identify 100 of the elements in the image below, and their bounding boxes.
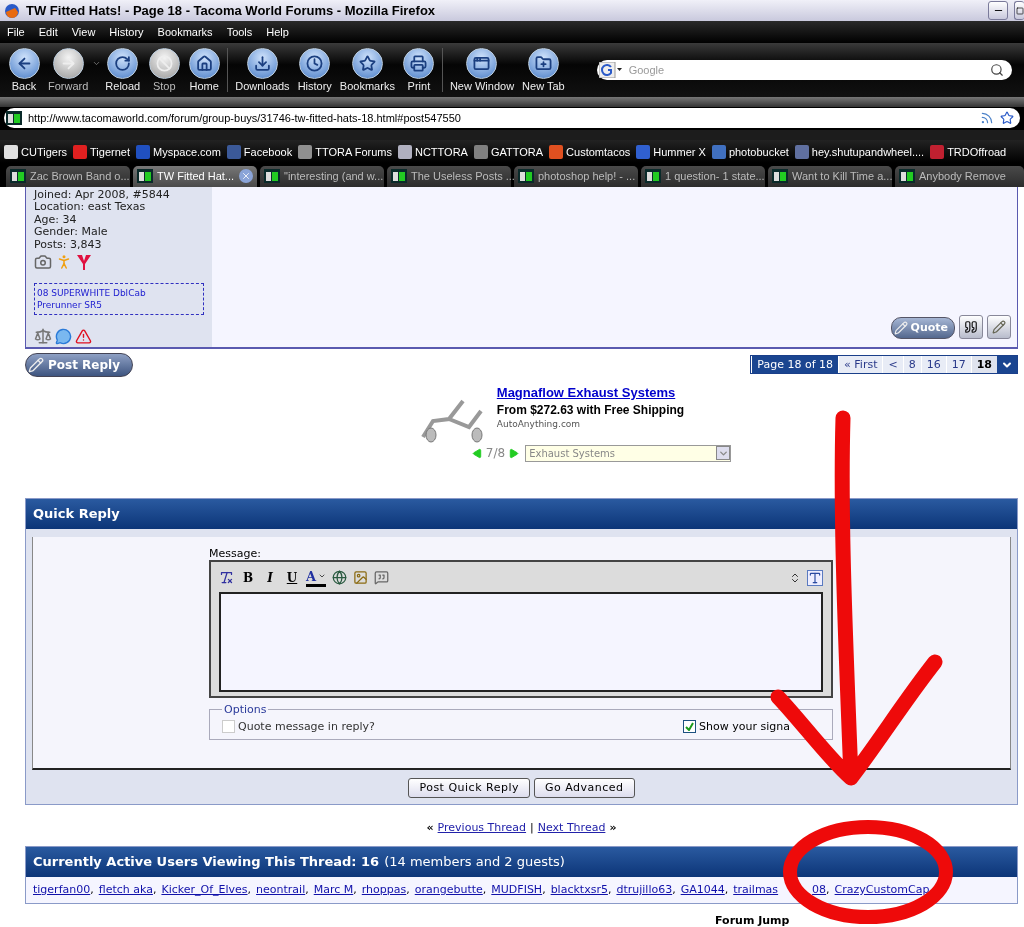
switch-mode-icon[interactable] (807, 570, 823, 586)
window-title: TW Fitted Hats! - Page 18 - Tacoma World Forums - Mozilla Firefox (26, 3, 437, 19)
bookmark-item[interactable]: Facebook (226, 144, 293, 159)
previous-thread-link[interactable]: Previous Thread (437, 821, 527, 834)
minimize-button[interactable] (988, 1, 1008, 21)
remove-format-icon[interactable] (219, 570, 234, 586)
globe-link-icon[interactable] (332, 570, 348, 586)
site-favicon-icon (264, 169, 280, 184)
site-favicon-icon (899, 169, 915, 184)
search-engine-icon[interactable] (598, 61, 623, 78)
post-reply-button[interactable]: Post Reply (25, 353, 133, 377)
bookmark-item[interactable]: Customtacos (549, 144, 631, 159)
user-link[interactable]: blacktxsr5 (550, 883, 608, 897)
bookmark-item[interactable]: TTORA Forums (298, 144, 392, 159)
first-page-link[interactable]: « First (838, 356, 883, 374)
menu-item[interactable]: Bookmarks (157, 25, 213, 38)
search-icon[interactable] (990, 62, 1004, 77)
bookmark-item[interactable]: NCTTORA (398, 144, 468, 159)
message-input[interactable] (219, 592, 823, 692)
next-mark: » (609, 821, 617, 834)
menu-item[interactable]: Edit (38, 25, 58, 38)
category-select[interactable]: Exhaust Systems (525, 445, 732, 462)
search-field[interactable]: Google (626, 62, 986, 77)
user-link[interactable]: Kicker_Of_Elves (161, 883, 248, 897)
panel-title: Currently Active Users Viewing This Thread: 16 (33, 854, 380, 870)
resize-icon[interactable] (789, 572, 801, 584)
multi-quote-button[interactable] (959, 315, 983, 339)
new-window-button[interactable]: New Window (445, 47, 519, 92)
bookmark-item[interactable]: GATTORA (473, 144, 544, 159)
go-advanced-button[interactable]: Go Advanced (534, 778, 635, 798)
separator-text: , (672, 883, 676, 897)
stop-icon (155, 54, 173, 72)
address-field[interactable]: http://www.tacomaworld.com/forum/group-buys/31746-tw-fitted-hats-18.html#post547550 (4, 108, 1020, 129)
warning-icon[interactable] (75, 328, 92, 345)
chat-bubble-icon[interactable] (55, 328, 72, 345)
message-label: Message: (209, 547, 262, 560)
previous-mark: « (426, 821, 434, 834)
separator-text: , (607, 883, 612, 897)
search-box[interactable]: Google (596, 59, 1012, 80)
browser-tab[interactable]: Want to Kill Time a... (768, 166, 892, 187)
image-icon[interactable] (353, 570, 369, 586)
browser-tab[interactable]: "interesting (and w... (260, 166, 384, 187)
site-favicon-icon (772, 169, 788, 184)
font-color-button[interactable]: A (306, 569, 327, 587)
bookmark-item[interactable]: TRDOffroad (930, 144, 1007, 159)
star-icon[interactable] (1000, 111, 1014, 126)
browser-tab[interactable]: Zac Brown Band o... (6, 166, 130, 187)
page-link[interactable]: 17 (945, 356, 971, 374)
new-tab-button[interactable]: New Tab (518, 47, 569, 92)
user-link[interactable]: MUDFISH (491, 883, 543, 897)
post-quick-reply-button[interactable]: Post Quick Reply (408, 778, 530, 798)
quote-icon[interactable] (374, 570, 390, 586)
menu-item[interactable]: View (71, 25, 96, 38)
home-icon (195, 54, 213, 72)
bookmark-item[interactable]: Myspace.com (136, 144, 221, 159)
scales-icon[interactable] (34, 327, 52, 346)
browser-tab[interactable]: photoshop help! - ... (514, 166, 638, 187)
menu-item[interactable]: Help (266, 25, 289, 38)
bookmark-item[interactable]: hey.shutupandwheel.... (794, 144, 925, 159)
camera-icon[interactable] (34, 253, 52, 272)
user-link[interactable]: fletch aka (98, 883, 153, 897)
bookmark-item[interactable]: CUTigers (4, 144, 68, 159)
downloads-button[interactable]: Downloads (231, 47, 294, 92)
browser-tab[interactable]: 1 question- 1 state... (641, 166, 765, 187)
page-link[interactable]: 18 (970, 356, 997, 374)
previous-page-link[interactable]: < (882, 356, 903, 374)
ad-source-text: AutoAnything.com (496, 419, 582, 429)
bookmark-item[interactable]: Tigernet (73, 144, 130, 159)
user-link[interactable]: trailmas (733, 883, 779, 897)
option-checkbox[interactable]: Show your signa (683, 720, 790, 733)
rss-icon[interactable] (980, 111, 994, 126)
bookmark-item[interactable]: Hummer X (636, 144, 706, 159)
menu-item[interactable]: Tools (226, 25, 253, 38)
browser-tab[interactable]: TW Fitted Hat... (133, 166, 257, 187)
nav-divider: | (530, 821, 534, 834)
format-button[interactable]: I (262, 571, 278, 585)
forum-jump-label: Forum Jump (715, 914, 791, 927)
menu-item[interactable]: History (109, 25, 144, 38)
menu-item[interactable]: File (7, 25, 25, 38)
ad-title-link[interactable]: Magnaflow Exhaust Systems (496, 385, 685, 400)
separator-text: , (482, 883, 487, 897)
page-link[interactable]: 8 (902, 356, 921, 374)
page-menu-button[interactable] (997, 356, 1017, 374)
edit-button[interactable] (987, 315, 1011, 339)
site-favicon-icon (391, 169, 407, 184)
restore-button[interactable] (1014, 1, 1024, 21)
check-icon (685, 722, 695, 731)
format-button[interactable]: U (284, 571, 300, 585)
user-link[interactable]: CrazyCustomCap (834, 883, 930, 897)
close-tab-icon[interactable] (239, 169, 253, 184)
format-button[interactable]: B (240, 571, 256, 585)
browser-tab[interactable]: Anybody Remove (895, 166, 1024, 187)
user-link[interactable]: orangebutte (414, 883, 483, 897)
page-link[interactable]: 16 (920, 356, 946, 374)
pencil-icon (992, 320, 1006, 334)
bookmark-item[interactable]: photobucket (711, 144, 789, 159)
bookmarks-button[interactable]: Bookmarks (335, 47, 399, 92)
next-thread-link[interactable]: Next Thread (537, 821, 606, 834)
separator-text: , (305, 883, 309, 897)
user-link[interactable]: GA1044 (680, 883, 725, 897)
